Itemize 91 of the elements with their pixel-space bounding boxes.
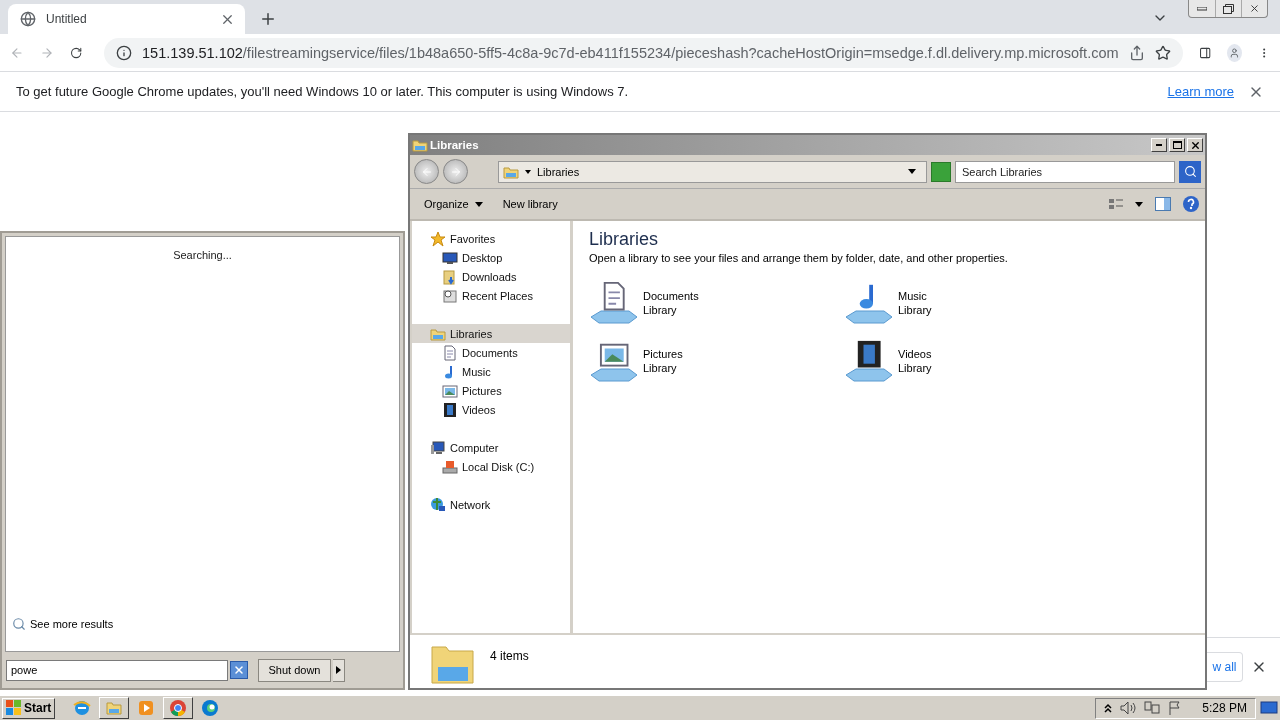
nav-item[interactable]: Pictures [412,381,570,400]
windows-logo [6,700,22,716]
shutdown-options-button[interactable] [333,658,345,682]
library-item[interactable]: Pictures Library [589,338,844,384]
browser-e-icon [73,699,92,717]
nav-item[interactable]: Downloads [412,267,570,286]
speaker-icon[interactable] [1120,701,1137,715]
item-count: 4 items [490,649,529,663]
folder-icon [442,268,458,285]
view-options-icon[interactable] [1109,197,1143,211]
minimize-icon [1197,6,1207,11]
clear-search-button[interactable] [230,661,248,679]
search-field[interactable]: powe [6,659,228,681]
nav-item[interactable]: Computer [412,438,570,457]
document-icon [442,344,458,361]
folder-icon [105,699,124,717]
caret-icon [908,169,916,174]
library-item[interactable]: Documents Library [589,280,844,326]
address-bar[interactable]: 151.139.51.102/filestreamingservice/files/1b48a650-5ff5-4c8a-9c7d-eb411f155234/pieceshash?cacheHostOrigin=msedge.f.dl.delivery.mp.microsoft.com [104,37,1183,68]
see-more-results-link[interactable]: See more results [6,617,120,651]
close-icon [233,664,245,676]
bookmark-star-icon[interactable] [1154,44,1171,61]
browser-tab[interactable]: Untitled [8,4,245,34]
page-heading: Libraries [589,229,660,250]
taskbar-app-button[interactable] [99,697,130,719]
chevron-up-icon[interactable] [1104,703,1113,713]
profile-icon[interactable] [1226,43,1242,62]
library-item[interactable]: Videos Library [844,338,1099,384]
info-icon [116,44,133,61]
start-button[interactable]: Start [2,697,56,719]
help-icon[interactable] [1183,196,1199,212]
globe-icon [20,11,36,27]
show-desktop-icon[interactable] [1260,700,1278,716]
drive-icon [442,458,458,475]
chrome-icon [169,699,188,717]
globe-icon [430,496,446,513]
close-icon [1249,3,1260,14]
infobar-message: To get future Google Chrome updates, you'll need Windows 10 or later. This computer is using Windows 7. [16,84,630,99]
arrow-right-icon [449,165,462,178]
picture-icon [442,382,458,399]
refresh-icon[interactable] [931,161,951,182]
arrow-right-icon [336,666,341,674]
monitor-icon [442,249,458,266]
play-icon [137,699,156,717]
address-bar[interactable]: Libraries [498,160,927,183]
toolbar-button[interactable]: New library [494,195,566,213]
nav-item[interactable]: Videos [412,400,570,419]
close-icon [1189,139,1201,151]
nav-item[interactable]: Libraries [412,324,570,343]
nav-item[interactable]: Desktop [412,248,570,267]
breadcrumb[interactable]: Libraries [537,165,580,178]
arrow-left-icon [420,165,433,178]
maximize-icon [1172,141,1182,149]
search-button[interactable] [1179,160,1201,183]
search-icon [12,617,26,631]
flag-icon[interactable] [1168,701,1183,715]
search-icon [1183,165,1197,178]
document-library-icon [589,279,639,327]
back-button[interactable] [414,159,439,184]
new-tab-button[interactable] [259,10,277,28]
clock: 5:28 PM [1202,701,1247,715]
film-icon [442,401,458,418]
maximize-button[interactable] [1169,138,1185,152]
nav-item[interactable]: Recent Places [412,286,570,305]
nav-item[interactable]: Local Disk (C:) [412,457,570,476]
star-icon [430,230,446,247]
nav-item[interactable]: Music [412,362,570,381]
taskbar-app-button[interactable] [163,697,194,719]
page-description: Open a library to see your files and arrange them by folder, date, and other properties. [589,252,1009,264]
nav-item[interactable]: Favorites [412,229,570,248]
show-all-button[interactable]: w all [1207,651,1243,682]
search-status: Searching... [173,249,232,261]
search-field[interactable]: Search Libraries [955,160,1175,183]
network-icon[interactable] [1144,701,1161,715]
learn-more-link[interactable]: Learn more [1167,84,1234,99]
share-icon[interactable] [1128,44,1145,61]
nav-item[interactable]: Documents [412,343,570,362]
nav-item[interactable]: Network [412,495,570,514]
computer-icon [430,439,446,456]
forward-button[interactable] [443,159,468,184]
title-bar: Libraries [410,135,1205,155]
restore-icon [1223,3,1234,14]
minimize-button[interactable] [1151,138,1167,152]
caret-icon [525,169,531,174]
library-item[interactable]: Music Library [844,280,1099,326]
edge-icon [201,699,220,717]
preview-pane-icon[interactable] [1155,197,1171,211]
minimize-icon [1156,144,1162,146]
library-icon [412,137,428,153]
toolbar-button[interactable]: Organize [416,195,491,213]
shut-down-button[interactable]: Shut down [258,658,331,682]
